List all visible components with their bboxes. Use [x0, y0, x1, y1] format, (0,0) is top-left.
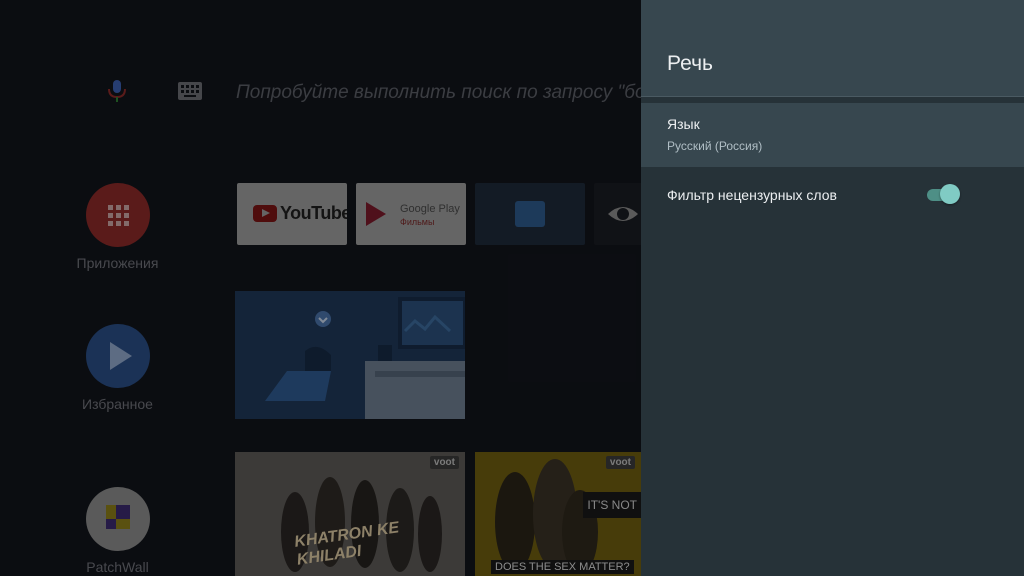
content-card-khatron[interactable]: voot KHATRON KE KHILADI [235, 452, 465, 576]
banner-illustration [235, 291, 465, 419]
app-tile-gp-line1: Google Play [400, 203, 460, 215]
card2-badge: voot [605, 456, 635, 469]
nav-apps-label: Приложения [76, 255, 159, 271]
card1-badge: voot [429, 456, 459, 469]
setting-language[interactable]: Язык Русский (Россия) [641, 103, 1024, 167]
nav-patchwall-label: PatchWall [86, 559, 149, 575]
profanity-filter-toggle[interactable] [927, 184, 961, 204]
eye-icon [608, 207, 638, 221]
app-tile-youtube[interactable]: YouTube [237, 183, 347, 245]
app-tile-youtube-label: YouTube [280, 203, 347, 223]
app-tile-gp-line2: Фильмы [400, 217, 435, 227]
search-hint[interactable]: Попробуйте выполнить поиск по запросу "б… [236, 82, 641, 104]
apps-grid-icon [85, 183, 150, 247]
card2-tag: IT'S NOT [583, 492, 641, 518]
card2-caption: DOES THE SEX MATTER? [491, 560, 634, 574]
settings-panel: Речь Язык Русский (Россия) Фильтр неценз… [641, 0, 1024, 576]
setting-language-value: Русский (Россия) [667, 139, 763, 153]
app-tile-eye[interactable] [594, 183, 641, 245]
setting-language-label: Язык [667, 116, 700, 132]
panel-title: Речь [667, 52, 713, 75]
launcher-background: Попробуйте выполнить поиск по запросу "б… [0, 0, 641, 576]
panel-header: Речь [641, 0, 1024, 97]
file-manager-icon [515, 201, 545, 227]
nav-favorites[interactable]: Избранное [60, 324, 175, 412]
setting-profanity-filter[interactable]: Фильтр нецензурных слов [641, 176, 1024, 212]
app-tile-file-manager[interactable] [475, 183, 585, 245]
toggle-thumb [940, 184, 960, 204]
play-icon [85, 324, 150, 388]
nav-apps[interactable]: Приложения [60, 183, 175, 271]
microphone-icon[interactable] [106, 79, 128, 103]
patchwall-icon [85, 487, 150, 551]
featured-banner[interactable] [235, 291, 465, 419]
nav-favorites-label: Избранное [82, 396, 153, 412]
nav-patchwall[interactable]: PatchWall [60, 487, 175, 575]
content-card-sex-matter[interactable]: voot IT'S NOT DOES THE SEX MATTER? [475, 452, 641, 576]
google-play-movies-icon [366, 202, 386, 226]
youtube-play-icon [253, 205, 277, 222]
setting-profanity-filter-label: Фильтр нецензурных слов [667, 187, 837, 203]
keyboard-icon[interactable] [178, 82, 202, 100]
app-tile-google-play-movies[interactable]: Google Play Фильмы [356, 183, 466, 245]
